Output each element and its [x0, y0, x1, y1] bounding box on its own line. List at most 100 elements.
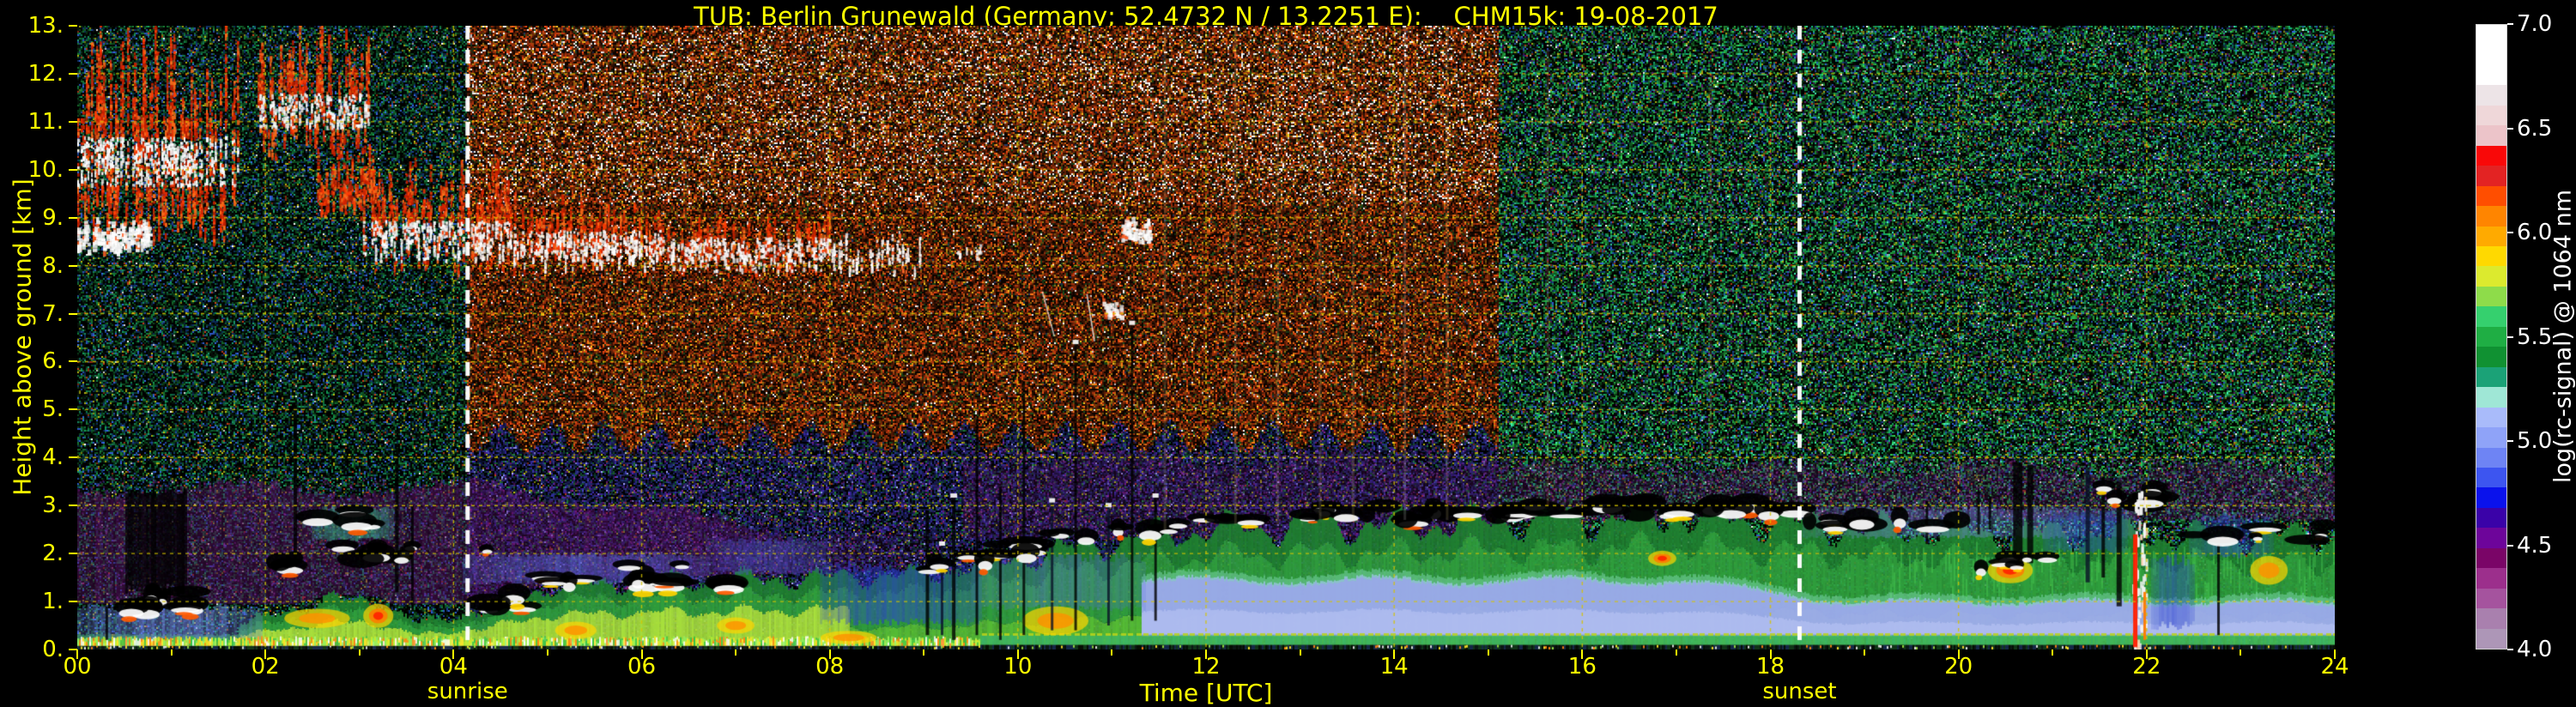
x-tick-mark	[1675, 650, 1677, 656]
x-tick-mark	[546, 650, 549, 656]
colorbar-tick-mark	[2507, 335, 2513, 338]
y-tick-mark	[69, 601, 77, 603]
x-tick-mark	[1393, 650, 1396, 659]
colorbar-segment	[2476, 306, 2506, 327]
y-tick-mark	[69, 553, 77, 555]
colorbar-segment	[2476, 507, 2506, 529]
colorbar-segment	[2476, 347, 2506, 367]
x-axis-label: Time [UTC]	[1139, 679, 1273, 707]
colorbar-segment	[2476, 85, 2506, 106]
colorbar-segment	[2476, 427, 2506, 448]
colorbar-tick-label: 6.0	[2517, 220, 2553, 245]
y-tick-label: 11.	[27, 108, 64, 135]
y-tick-label: 5.	[42, 396, 64, 423]
colorbar-tick-mark	[2507, 23, 2513, 25]
y-tick-label: 9.	[42, 204, 64, 231]
colorbar-tick-label: 5.5	[2517, 323, 2553, 350]
x-tick-mark	[76, 650, 78, 659]
colorbar-segment	[2476, 326, 2506, 347]
colorbar-segment	[2476, 64, 2506, 86]
x-tick-mark	[1487, 650, 1489, 656]
colorbar-segment	[2476, 547, 2506, 569]
colorbar-segment	[2476, 206, 2506, 227]
x-tick-mark	[1205, 650, 1207, 659]
colorbar-tick-mark	[2507, 649, 2513, 650]
colorbar-segment	[2476, 366, 2506, 388]
colorbar-tick-mark	[2507, 440, 2513, 442]
x-tick-mark	[1111, 650, 1113, 656]
colorbar-segment	[2476, 528, 2506, 548]
colorbar-segment	[2476, 286, 2506, 307]
y-tick-mark	[69, 216, 77, 219]
y-tick-mark	[69, 649, 77, 650]
y-tick-label: 7.	[42, 300, 64, 327]
colorbar-tick-mark	[2507, 232, 2513, 233]
x-tick-mark	[2334, 650, 2336, 659]
colorbar-segment	[2476, 245, 2506, 267]
colorbar-tick-mark	[2507, 544, 2513, 547]
x-tick-mark	[1299, 650, 1301, 656]
x-tick-mark	[1581, 650, 1584, 659]
y-tick-mark	[69, 120, 77, 123]
colorbar-segment	[2476, 447, 2506, 468]
x-tick-mark	[1864, 650, 1866, 656]
colorbar-segment	[2476, 467, 2506, 488]
x-tick-mark	[735, 650, 737, 656]
y-tick-mark	[69, 25, 77, 27]
x-tick-mark	[2240, 650, 2242, 656]
colorbar-tick-label: 7.0	[2517, 11, 2553, 37]
y-tick-label: 2.	[42, 541, 64, 567]
y-tick-mark	[69, 408, 77, 411]
colorbar-segment	[2476, 628, 2506, 650]
y-tick-mark	[69, 456, 77, 459]
heatmap-canvas	[77, 26, 2335, 650]
colorbar-tick-mark	[2507, 127, 2513, 130]
y-tick-mark	[69, 505, 77, 507]
y-tick-label: 3.	[42, 492, 64, 519]
colorbar-label: log(rc-signal) @ 1064 nm	[2549, 189, 2576, 484]
colorbar-segment	[2476, 185, 2506, 207]
x-tick-mark	[2145, 650, 2148, 659]
x-tick-mark	[1016, 650, 1019, 659]
colorbar-tick-label: 6.5	[2517, 115, 2553, 142]
x-tick-mark	[264, 650, 267, 659]
sunset-annotation: sunset	[1762, 679, 1837, 704]
x-tick-mark	[1769, 650, 1772, 659]
y-tick-label: 0.	[42, 637, 64, 662]
colorbar-segment	[2476, 125, 2506, 146]
x-tick-mark	[358, 650, 361, 656]
y-tick-label: 12.	[27, 60, 64, 87]
colorbar-segment	[2476, 45, 2506, 65]
y-tick-mark	[69, 360, 77, 363]
colorbar-segment	[2476, 105, 2506, 126]
colorbar-segment	[2476, 166, 2506, 186]
x-tick-mark	[2052, 650, 2054, 656]
colorbar-segment	[2476, 387, 2506, 408]
x-tick-mark	[452, 650, 455, 659]
y-tick-label: 1.	[42, 589, 64, 615]
colorbar	[2476, 24, 2507, 650]
x-tick-mark	[640, 650, 643, 659]
y-tick-mark	[69, 312, 77, 315]
y-tick-label: 4.	[42, 444, 64, 471]
colorbar-segment	[2476, 608, 2506, 629]
y-tick-label: 10.	[27, 156, 64, 183]
figure-root: TUB: Berlin Grunewald (Germany; 52.4732 …	[0, 0, 2576, 707]
colorbar-segment	[2476, 568, 2506, 589]
colorbar-segment	[2476, 226, 2506, 246]
colorbar-tick-label: 5.0	[2517, 428, 2553, 454]
x-tick-mark	[170, 650, 173, 656]
colorbar-segment	[2476, 145, 2506, 166]
x-tick-mark	[1957, 650, 1960, 659]
colorbar-tick-label: 4.0	[2517, 637, 2553, 662]
x-tick-mark	[923, 650, 925, 656]
y-tick-mark	[69, 264, 77, 267]
y-tick-label: 8.	[42, 252, 64, 279]
x-tick-mark	[828, 650, 831, 659]
y-tick-mark	[69, 72, 77, 75]
sunrise-annotation: sunrise	[427, 679, 508, 704]
colorbar-segment	[2476, 407, 2506, 428]
colorbar-segment	[2476, 25, 2506, 45]
y-tick-label: 13.	[27, 13, 64, 39]
y-tick-label: 6.	[42, 348, 64, 375]
